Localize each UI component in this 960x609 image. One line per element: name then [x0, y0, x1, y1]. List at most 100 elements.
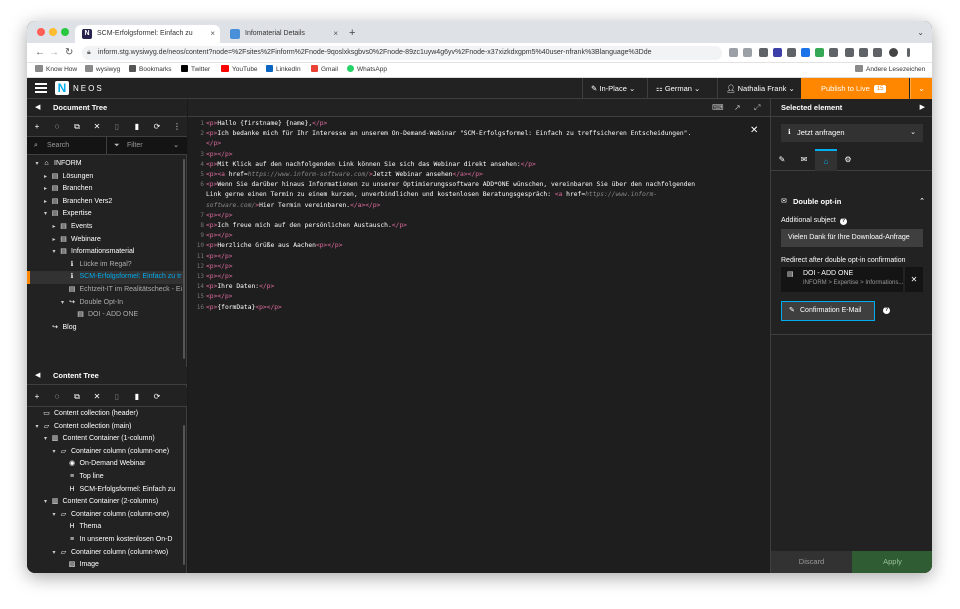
selected-element-dropdown[interactable]: ℹ Jetzt anfragen ⌄ [781, 124, 923, 142]
puzzle-icon[interactable] [829, 48, 838, 57]
close-tab-icon[interactable]: × [210, 25, 215, 43]
code-line[interactable]: <p>{formData}<p></p> [206, 303, 282, 313]
code-line[interactable]: <p>Wenn Sie darüber hinaus Informationen… [206, 180, 695, 190]
tree-node[interactable]: ≡ In unserem kostenlosen On-D [27, 534, 183, 547]
paste-node-icon[interactable]: ▯ [107, 117, 127, 137]
chevron-down-icon[interactable]: ▾ [59, 297, 67, 310]
extension-icon[interactable] [815, 48, 824, 57]
delete-node-icon[interactable]: ▮ [127, 387, 147, 407]
refresh-icon[interactable]: ⟳ [147, 117, 167, 137]
copy-node-icon[interactable]: ⧉ [67, 117, 87, 137]
collapse-arrow-icon[interactable]: ◀ [35, 367, 40, 385]
bookmark-item[interactable]: LinkedIn [266, 65, 301, 75]
bookmark-star-icon[interactable] [743, 48, 752, 57]
tree-node[interactable]: ▾ ↪ Double Opt-In [27, 297, 183, 310]
expand-icon[interactable]: ⤢ [754, 99, 760, 117]
code-line[interactable]: <p></p> [206, 211, 233, 221]
hide-node-icon[interactable]: ◌ [47, 387, 67, 407]
code-line[interactable]: <p></p> [206, 272, 233, 282]
tree-node[interactable]: ◉ On-Demand Webinar [27, 458, 183, 471]
publish-button[interactable]: Publish to Live 15 [801, 78, 909, 99]
tree-node[interactable]: ▭ Content collection (header) [27, 408, 183, 421]
tree-node[interactable]: ▨ Image [27, 559, 183, 572]
menu-dots-icon[interactable] [907, 48, 910, 57]
code-line[interactable]: <p></p> [206, 150, 233, 160]
back-arrow-icon[interactable]: ← [35, 46, 45, 60]
tree-node[interactable]: ▤ Echtzeit-IT im Realitätscheck - Ei [27, 284, 183, 297]
external-link-icon[interactable]: ↗ [734, 99, 741, 117]
language-dropdown[interactable]: ⚏ German ⌄ [647, 78, 708, 99]
cut-node-icon[interactable]: ✕ [87, 387, 107, 407]
chevron-down-icon[interactable]: ▾ [50, 509, 58, 522]
keyboard-icon[interactable]: ⌨ [712, 99, 724, 117]
bookmark-item[interactable]: Twitter [181, 65, 210, 75]
tab-edit-pencil-icon[interactable]: ✎ [771, 149, 793, 171]
code-line[interactable]: <p></p> [206, 292, 233, 302]
hide-node-icon[interactable]: ◌ [47, 117, 67, 137]
user-dropdown[interactable]: 👤︎ Nathalia Frank ⌄ [717, 78, 803, 99]
chevron-down-icon[interactable]: ▾ [50, 547, 58, 560]
add-node-icon[interactable]: + [27, 117, 47, 137]
chevron-right-icon[interactable]: ▸ [50, 221, 58, 234]
tree-filter-dropdown[interactable]: ⏷ Filter ⌄ [107, 137, 187, 155]
tree-node[interactable]: ▾ ⌂ INFORM [27, 158, 183, 171]
bookmark-item[interactable]: Gmail [311, 65, 338, 75]
cut-node-icon[interactable]: ✕ [87, 117, 107, 137]
copy-node-icon[interactable]: ⧉ [67, 387, 87, 407]
chevron-right-icon[interactable]: ▸ [42, 171, 50, 184]
redirect-reference[interactable]: ▤ DOI - ADD ONE INFORM > Expertise > Inf… [781, 267, 903, 292]
tree-node[interactable]: H Thema [27, 521, 183, 534]
browser-tab-active[interactable]: N SCM-Erfolgsformel: Einfach zu × [75, 25, 220, 43]
tree-node[interactable]: ▾ ▱ Container column (column-one) [27, 446, 183, 459]
content-tree-scrollbar[interactable] [183, 425, 185, 565]
chevron-down-icon[interactable]: ▾ [50, 446, 58, 459]
apply-button[interactable]: Apply [852, 551, 932, 573]
tab-search-chevron-icon[interactable]: ⌄ [917, 25, 924, 41]
document-tree-scrollbar[interactable] [183, 159, 185, 359]
share-icon[interactable] [729, 48, 738, 57]
code-line[interactable]: <p></p> [206, 262, 233, 272]
chevron-down-icon[interactable]: ▾ [42, 433, 50, 446]
chevron-down-icon[interactable]: ▾ [33, 158, 41, 171]
extension-icon[interactable] [801, 48, 810, 57]
code-line[interactable]: <p>Herzliche Grüße aus Aachen<p></p> [206, 241, 343, 251]
sidebar-icon[interactable] [873, 48, 882, 57]
close-window-button[interactable] [37, 28, 45, 36]
code-line[interactable]: <p></p> [206, 231, 233, 241]
delete-node-icon[interactable]: ▮ [127, 117, 147, 137]
bookmark-item[interactable]: Bookmarks [129, 65, 172, 75]
tree-node[interactable]: H SCM-Erfolgsformel: Einfach zu [27, 484, 183, 497]
tree-node[interactable]: ↪ Blog [27, 322, 183, 335]
tree-node[interactable]: ▾ ▱ Container column (column-one) [27, 509, 183, 522]
chevron-down-icon[interactable]: ▾ [33, 421, 41, 434]
tree-node[interactable]: ▾ ▱ Container column (column-two) [27, 547, 183, 560]
bookmark-item[interactable]: Know How [35, 65, 77, 75]
collapse-right-arrow-icon[interactable]: ▶ [920, 99, 925, 117]
tree-node[interactable]: ≡ Top line [27, 471, 183, 484]
tab-email-icon[interactable]: ✉ [793, 149, 815, 171]
code-line[interactable]: software.com/>Hier Termin vereinbaren.</… [206, 201, 380, 211]
chevron-down-icon[interactable]: ▾ [50, 246, 58, 259]
tree-node[interactable]: ▸ ▤ Events [27, 221, 183, 234]
chevron-right-icon[interactable]: ▸ [50, 234, 58, 247]
code-line[interactable]: Link gerne einen Termin zu einem kurzen,… [206, 190, 657, 200]
bookmark-item[interactable]: YouTube [221, 65, 258, 75]
tree-node[interactable]: ▾ ▤ Expertise [27, 208, 183, 221]
bookmark-item[interactable]: wysiwyg [85, 65, 120, 75]
tree-node[interactable]: ▾ ▤ Informationsmaterial [27, 246, 183, 259]
discard-button[interactable]: Discard [771, 551, 852, 573]
code-editor[interactable]: 1 2 3 4 5 6 7 8 9 10 11 12 13 14 15 16 <p>Hallo {firstn… [188, 117, 770, 573]
code-line[interactable]: <p>Ich freue mich auf den persönlichen A… [206, 221, 407, 231]
other-bookmarks[interactable]: Andere Lesezeichen [855, 65, 925, 75]
help-icon[interactable]: ? [839, 218, 847, 225]
document-tree-header[interactable]: ◀ Document Tree [27, 99, 187, 117]
tree-node[interactable]: ▸ ▤ Branchen Vers2 [27, 196, 183, 209]
tree-node[interactable]: ▾ ▱ Content collection (main) [27, 421, 183, 434]
publish-dropdown-chevron-icon[interactable]: ⌄ [910, 78, 932, 99]
tab-settings-gear-icon[interactable]: ⚙ [837, 149, 859, 171]
more-options-icon[interactable]: ⋮ [167, 117, 187, 137]
content-tree-header[interactable]: ◀ Content Tree [27, 367, 187, 385]
code-line[interactable]: <p>Hallo {firstname} {name},</p> [206, 119, 327, 129]
code-line[interactable]: </p> [206, 139, 221, 149]
code-line[interactable]: <p>Mit Klick auf den nachfolgenden Link … [206, 160, 536, 170]
